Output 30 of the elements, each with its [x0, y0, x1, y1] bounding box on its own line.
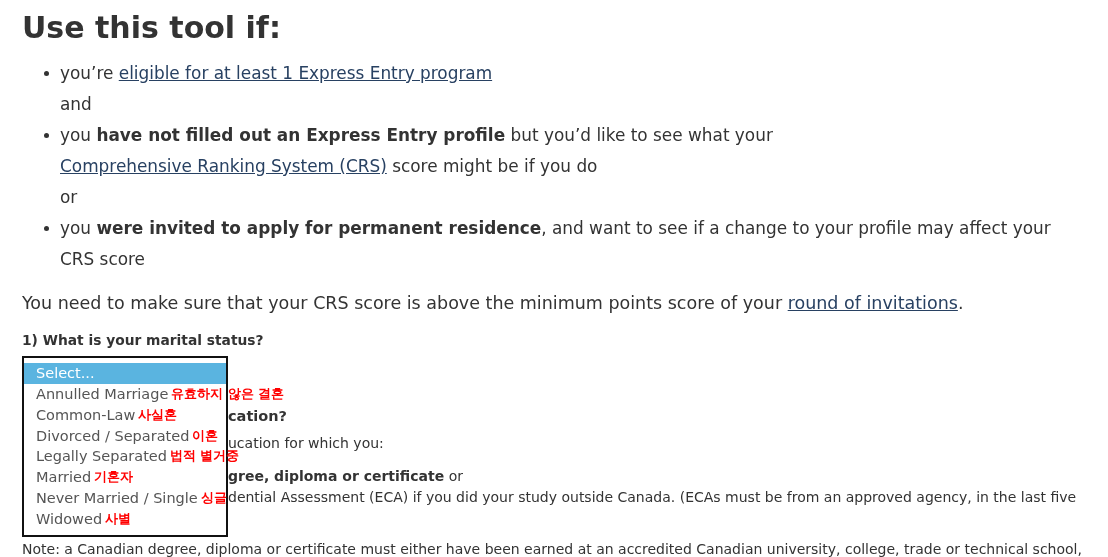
annotation-text: 사실혼 [138, 405, 178, 424]
dropdown-option[interactable]: Married [24, 466, 92, 488]
question-label: 1) What is your marital status? [22, 331, 265, 350]
bullet-icon [44, 132, 49, 138]
annotation-text: 유효하지 않은 결혼 [171, 385, 285, 404]
dropdown-option[interactable]: Never Married / Single [24, 487, 198, 509]
body-text: ucation for which you: [228, 434, 385, 451]
question-label: cation? [228, 407, 288, 426]
text-link[interactable]: Comprehensive Ranking System (CRS) [60, 155, 387, 176]
annotation-text: 기혼자 [94, 468, 134, 487]
condition-text: you’re eligible for at least 1 Express Entry program [60, 62, 493, 83]
dropdown-option[interactable]: Divorced / Separated [24, 425, 190, 446]
dropdown-option[interactable]: Widowed [24, 508, 103, 529]
text-link[interactable]: round of invitations [787, 292, 958, 313]
text-link[interactable]: eligible for at least 1 Express Entry program [118, 62, 493, 83]
body-text: dential Assessment (ECA) if you did your study outside Canada. (ECAs must be from an approved agency, in the last five [228, 488, 1077, 507]
page-heading: Use this tool if: [22, 9, 282, 47]
dropdown-option[interactable]: Annulled Marriage [24, 383, 169, 405]
dropdown-option[interactable]: Legally Separated [24, 446, 167, 467]
notice-text: You need to make sure that your CRS score is above the minimum points score of your round of invitations. [22, 291, 965, 315]
bullet-icon [44, 225, 49, 231]
dropdown-option[interactable]: Common-Law [24, 404, 136, 426]
connector-text: and [60, 93, 92, 114]
annotation-text: 사별 [105, 509, 132, 528]
connector-text: or [60, 186, 78, 207]
note-text: Note: a Canadian degree, diploma or certificate must either have been earned at an accredited Canadian university, college, trade or technical school, [22, 540, 1082, 557]
annotation-text: 이혼 [192, 426, 219, 445]
bullet-icon [44, 70, 49, 76]
condition-text: you were invited to apply for permanent residence, and want to see if a change to your profile may affect your CRS score [60, 217, 1051, 269]
body-text: gree, diploma or certificate or [228, 467, 464, 486]
